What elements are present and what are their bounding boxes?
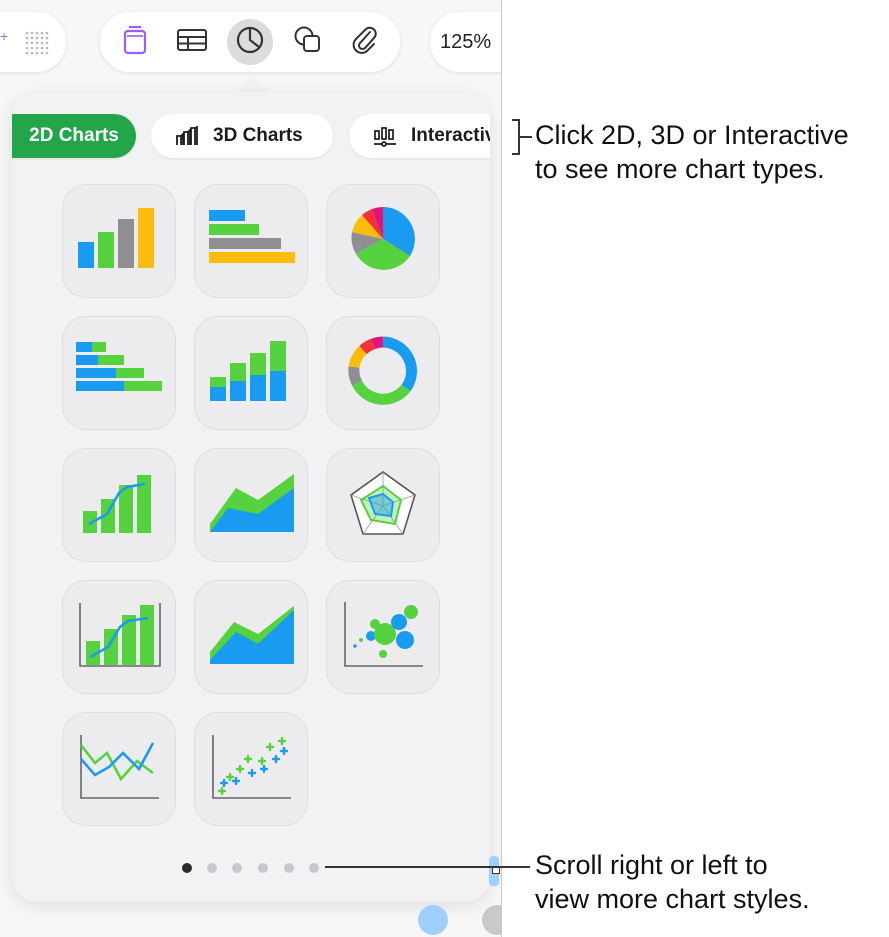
scroll-callout-line-2: view more chart styles. [535,884,810,914]
stacked-area-chart-icon [206,604,296,671]
chart-category-tabs: 2D Charts 3D Charts Interactive [12,92,490,192]
page-dot-5[interactable] [284,863,294,873]
text-box-icon [121,24,149,61]
scroll-callout-line-1: Scroll right or left to [535,850,768,880]
chart-type-bubble[interactable] [326,580,440,694]
two-axis-chart-icon [76,601,162,674]
chart-type-pie[interactable] [326,184,440,298]
callout-bracket-bottom [512,153,520,155]
page-dot-3[interactable] [232,863,242,873]
toolbar-left-group [0,12,66,72]
tab-2d-charts[interactable]: 2D Charts [12,114,136,158]
chart-button[interactable] [226,19,273,65]
zoom-control[interactable]: 125% [430,12,501,72]
mixed-chart-icon [79,471,159,540]
stacked-column-chart-icon [206,339,296,408]
tab-3d-charts[interactable]: 3D Charts [151,114,333,158]
tabs-callout-line-1: Click 2D, 3D or Interactive [535,120,849,150]
tab-interactive-charts[interactable]: Interactive [349,114,490,158]
ipad-screen: + 125% 2D Charts 3D Charts Interacti [0,0,502,937]
bar-chart-icon [206,208,296,275]
tab-3d-label: 3D Charts [213,125,303,146]
tab-interactive-label: Interactive [411,125,490,146]
donut-chart-icon [348,336,418,411]
interactive-chart-icon [373,125,397,147]
chart-picker-popover: 2D Charts 3D Charts Interactive [12,92,490,902]
column-chart-icon [74,204,164,279]
page-dot-6[interactable] [309,863,319,873]
canvas-blue-circle [418,905,448,935]
chart-type-stacked-area[interactable] [194,580,308,694]
page-dot-1[interactable] [182,863,192,873]
stacked-bar-chart-icon [74,340,164,407]
page-dot-4[interactable] [258,863,268,873]
chart-type-stacked-column[interactable] [194,316,308,430]
page-dot-2[interactable] [207,863,217,873]
grid-dots-icon[interactable] [24,30,50,61]
text-box-button[interactable] [112,19,158,65]
table-icon [176,27,208,58]
insert-toolbar [100,12,400,72]
3d-bar-icon [175,126,199,146]
area-chart-icon [206,472,296,539]
scatter-chart-icon [209,733,293,806]
sparkle-icon: + [0,28,9,44]
pie-chart-type-icon [348,204,418,279]
tab-2d-label: 2D Charts [29,125,119,146]
tabs-callout-line-2: to see more chart types. [535,154,825,184]
bubble-chart-icon [341,600,425,675]
pie-chart-icon [235,25,265,60]
chart-type-column[interactable] [62,184,176,298]
chart-type-stacked-bar[interactable] [62,316,176,430]
media-button[interactable] [342,19,388,65]
radar-chart-icon [347,468,419,543]
chart-type-area[interactable] [194,448,308,562]
scroll-callout-leader [325,866,530,868]
chart-type-bar[interactable] [194,184,308,298]
chart-type-two-axis[interactable] [62,580,176,694]
chart-type-mixed[interactable] [62,448,176,562]
paperclip-icon [350,25,380,60]
chart-type-radar[interactable] [326,448,440,562]
callout-bracket-leader [520,136,532,138]
line-chart-icon [77,733,161,806]
zoom-level: 125% [440,30,492,53]
chart-type-line[interactable] [62,712,176,826]
shapes-icon [292,24,324,61]
table-button[interactable] [169,19,215,65]
shape-button[interactable] [285,19,331,65]
chart-type-donut[interactable] [326,316,440,430]
chart-type-scatter[interactable] [194,712,308,826]
canvas-gray-circle [482,905,501,935]
